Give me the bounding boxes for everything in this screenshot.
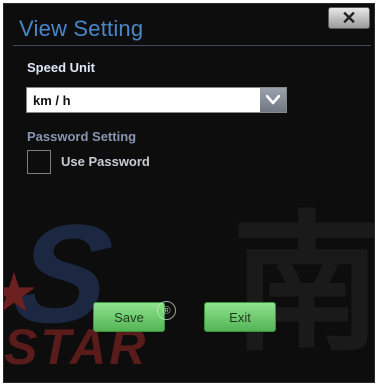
dialog-title: View Setting — [19, 16, 144, 41]
close-button[interactable]: ✕ — [328, 7, 370, 29]
speed-unit-value: km / h — [33, 93, 71, 108]
exit-button[interactable]: Exit — [204, 302, 276, 332]
brand-logo-hanzi: 南 — [232, 198, 375, 372]
speed-unit-select[interactable]: km / h — [26, 87, 287, 113]
view-setting-dialog: S 南 STAR View Setting ✕ Speed Unit km / … — [3, 3, 375, 383]
title-divider — [13, 45, 371, 46]
chevron-down-icon[interactable] — [260, 88, 286, 112]
password-setting-label: Password Setting — [27, 129, 137, 144]
speed-unit-label: Speed Unit — [27, 60, 95, 75]
close-icon: ✕ — [341, 8, 357, 28]
save-button[interactable]: Save — [93, 302, 165, 332]
use-password-checkbox[interactable] — [27, 150, 51, 174]
registered-mark: ® — [157, 301, 176, 320]
use-password-label[interactable]: Use Password — [61, 154, 150, 169]
